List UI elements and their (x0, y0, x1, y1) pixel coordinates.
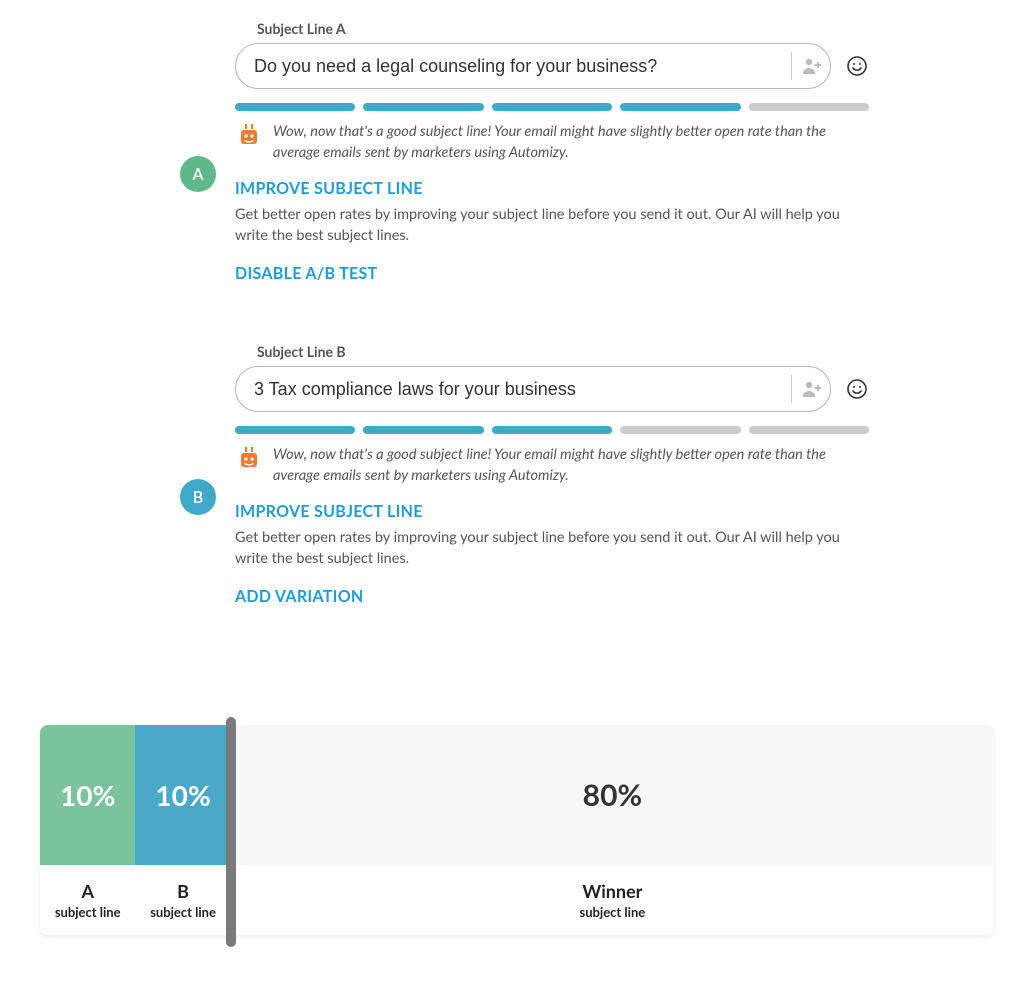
subject-line-a-input-row (235, 43, 869, 89)
score-segment (235, 426, 355, 434)
score-segment (749, 426, 869, 434)
disable-ab-test-button[interactable]: DISABLE A/B TEST (235, 264, 869, 283)
split-top-row: 10% 10% 80% (40, 725, 994, 865)
subject-line-a-input-wrap (235, 43, 831, 89)
split-bottom-row: A subject line B subject line Winner sub… (40, 865, 994, 935)
feedback-text-a: Wow, now that's a good subject line! You… (273, 121, 869, 163)
score-segment (749, 103, 869, 111)
variation-badge-b: B (180, 479, 216, 515)
split-label-a: A subject line (40, 865, 135, 935)
subject-line-b-input[interactable] (254, 379, 787, 400)
emoji-picker-icon[interactable] (845, 54, 869, 78)
split-label-winner-title: Winner (582, 880, 642, 902)
add-variation-button[interactable]: ADD VARIATION (235, 587, 869, 606)
robot-icon (235, 121, 263, 149)
improve-subject-line-button[interactable]: IMPROVE SUBJECT LINE (235, 179, 869, 198)
score-segment (492, 426, 612, 434)
variation-badge-a: A (180, 156, 216, 192)
score-bar-a (235, 103, 869, 111)
subject-line-b-input-wrap (235, 366, 831, 412)
improve-help-text-b: Get better open rates by improving your … (235, 527, 869, 569)
improve-help-text-a: Get better open rates by improving your … (235, 204, 869, 246)
add-person-icon[interactable] (800, 54, 824, 78)
split-label-b-title: B (177, 880, 189, 902)
ab-split-bar: 10% 10% 80% A subject line B subject lin… (40, 725, 994, 935)
subject-line-a-label: Subject Line A (257, 20, 869, 37)
split-cell-a: 10% (40, 725, 135, 865)
split-label-b: B subject line (135, 865, 230, 935)
add-person-icon[interactable] (800, 377, 824, 401)
score-segment (363, 426, 483, 434)
score-segment (235, 103, 355, 111)
split-label-a-title: A (81, 880, 94, 902)
subject-line-a-input[interactable] (254, 56, 787, 77)
split-label-winner-sub: subject line (580, 904, 646, 920)
feedback-text-b: Wow, now that's a good subject line! You… (273, 444, 869, 486)
split-cell-winner: 80% (231, 725, 994, 865)
score-bar-b (235, 426, 869, 434)
split-cell-b: 10% (135, 725, 230, 865)
input-divider (791, 52, 792, 80)
subject-line-b-section: B Subject Line B Wow, now that's a good … (235, 343, 869, 606)
score-segment (620, 426, 740, 434)
score-segment (492, 103, 612, 111)
split-label-b-sub: subject line (150, 904, 216, 920)
score-segment (363, 103, 483, 111)
improve-subject-line-button[interactable]: IMPROVE SUBJECT LINE (235, 502, 869, 521)
emoji-picker-icon[interactable] (845, 377, 869, 401)
split-drag-handle[interactable] (226, 717, 236, 947)
input-divider (791, 375, 792, 403)
feedback-row-a: Wow, now that's a good subject line! You… (235, 121, 869, 163)
feedback-row-b: Wow, now that's a good subject line! You… (235, 444, 869, 486)
split-label-winner: Winner subject line (231, 865, 994, 935)
subject-line-b-label: Subject Line B (257, 343, 869, 360)
subject-line-a-section: A Subject Line A Wow, now that's a good … (235, 20, 869, 283)
subject-line-b-input-row (235, 366, 869, 412)
split-label-a-sub: subject line (55, 904, 121, 920)
robot-icon (235, 444, 263, 472)
score-segment (620, 103, 740, 111)
